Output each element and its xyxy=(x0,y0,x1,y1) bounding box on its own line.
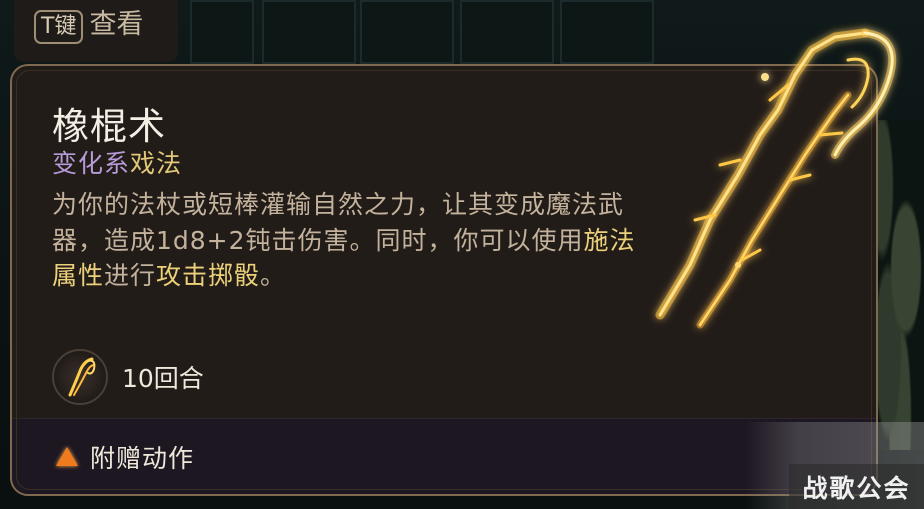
description-text: 。 xyxy=(260,261,287,290)
spell-name: 橡棍术 xyxy=(52,105,166,148)
background-window xyxy=(360,0,454,64)
action-type-label: 附赠动作 xyxy=(90,443,195,473)
shillelagh-icon-glyph xyxy=(68,357,96,397)
spell-school-line: 变化系戏法 xyxy=(52,144,182,180)
duration-row: 10回合 xyxy=(52,349,204,405)
action-type-bar: 附赠动作 xyxy=(12,418,876,494)
background-window xyxy=(190,0,254,64)
spell-description: 为你的法杖或短棒灌输自然之力，让其变成魔法武器，造成1d8+2钝击伤害。同时，你… xyxy=(52,187,642,294)
spell-school: 变化系 xyxy=(52,149,131,178)
t-key-cap: T键 xyxy=(34,10,84,44)
inspect-label: 查看 xyxy=(89,9,144,40)
site-watermark: 战歌公会 xyxy=(789,464,924,509)
spell-level: 戏法 xyxy=(130,149,183,178)
bonus-action-triangle-icon xyxy=(56,447,78,466)
shillelagh-spell-icon xyxy=(52,349,108,405)
background-window xyxy=(560,0,654,64)
description-text: 进行 xyxy=(104,261,157,290)
spell-tooltip-panel: 橡棍术 变化系戏法 为你的法杖或短棒灌输自然之力，让其变成魔法武器，造成1d8+… xyxy=(10,64,878,496)
inspect-key-hint[interactable]: T键 查看 xyxy=(14,0,178,62)
background-window xyxy=(460,0,554,64)
background-window xyxy=(262,0,356,64)
description-text: 为你的法杖或短棒灌输自然之力，让其变成魔法武器，造成1d8+2钝击伤害。同时，你… xyxy=(52,190,625,255)
duration-text: 10回合 xyxy=(122,364,204,393)
keyword-attack-roll[interactable]: 攻击掷骰 xyxy=(156,261,260,290)
